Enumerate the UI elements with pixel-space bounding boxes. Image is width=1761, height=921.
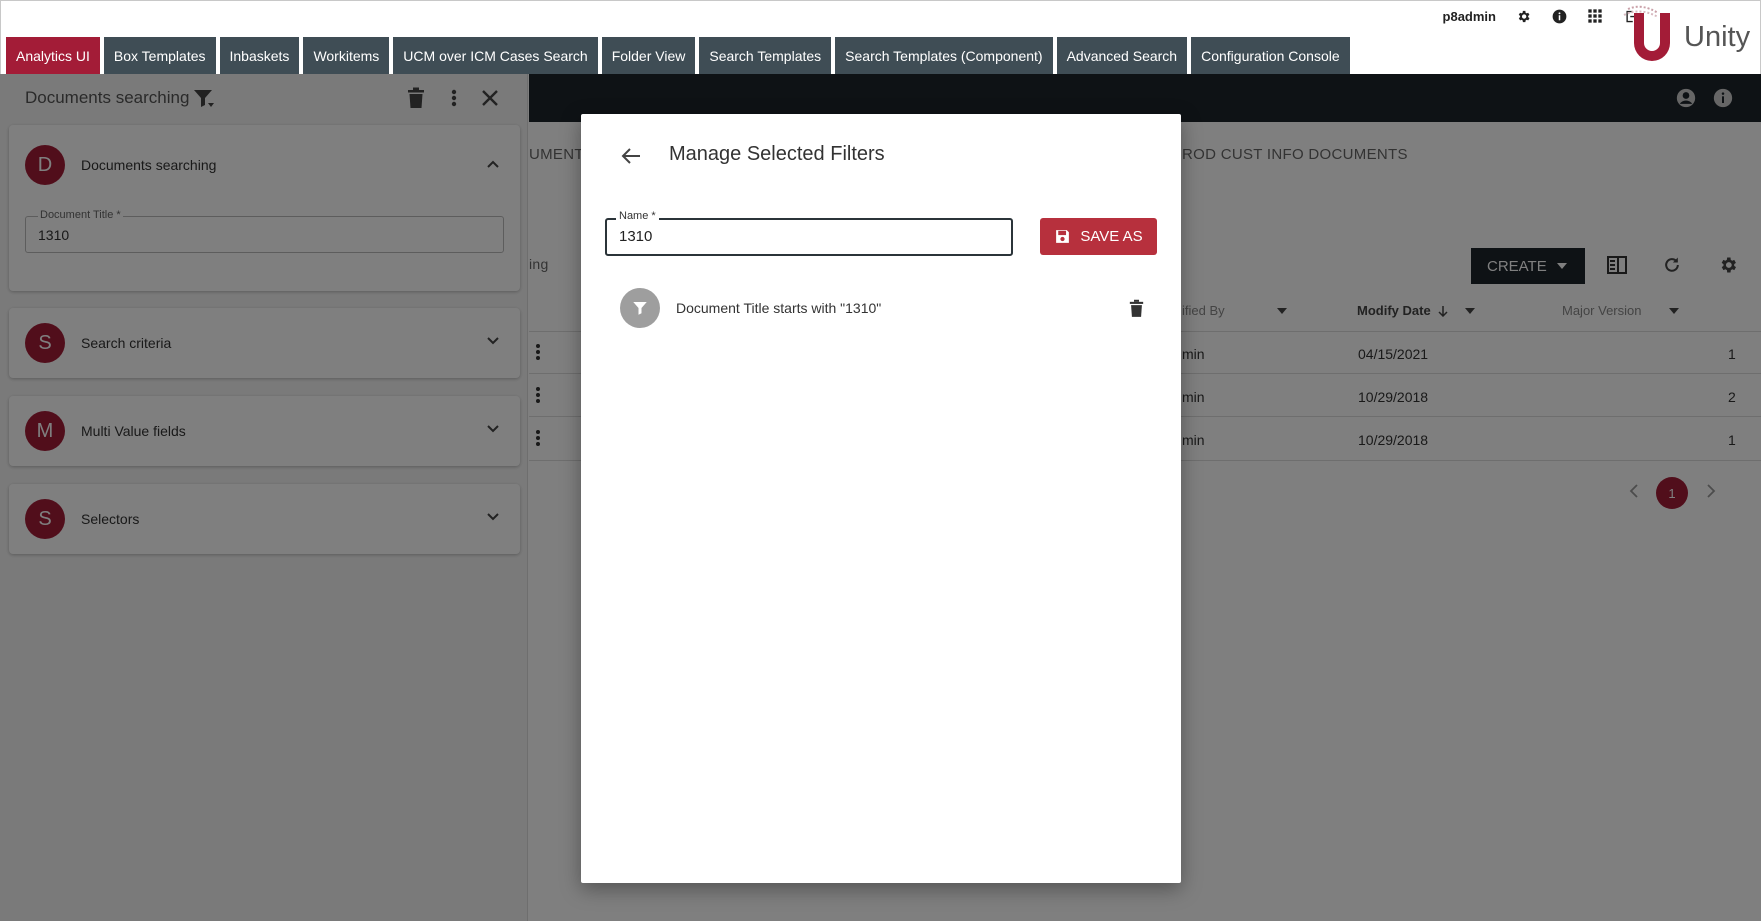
filter-description: Document Title starts with "1310": [676, 300, 882, 316]
arrow-back-icon: [621, 148, 640, 164]
logo-text: Unity: [1684, 21, 1751, 53]
unity-logo-mark: [1623, 5, 1670, 61]
user-area: p8admin: [1443, 7, 1640, 25]
main-nav-tabs: Analytics UI Box Templates Inbaskets Wor…: [6, 37, 1350, 75]
filter-name-input[interactable]: [619, 228, 999, 245]
delete-icon[interactable]: [1126, 298, 1146, 318]
tab-ucm-over-icm-cases-search[interactable]: UCM over ICM Cases Search: [393, 37, 598, 75]
save-icon: [1056, 230, 1070, 243]
tab-box-templates[interactable]: Box Templates: [103, 37, 216, 75]
tab-search-templates-component[interactable]: Search Templates (Component): [835, 37, 1053, 75]
tab-search-templates[interactable]: Search Templates: [699, 37, 832, 75]
back-button[interactable]: [617, 142, 645, 170]
tab-inbaskets[interactable]: Inbaskets: [219, 37, 300, 75]
apps-grid-icon[interactable]: [1586, 7, 1604, 25]
tab-advanced-search[interactable]: Advanced Search: [1056, 37, 1188, 75]
save-as-button[interactable]: SAVE AS: [1040, 218, 1157, 255]
top-bar: Analytics UI Box Templates Inbaskets Wor…: [0, 0, 1761, 75]
manage-filters-dialog: Manage Selected Filters Name * SAVE AS D…: [581, 114, 1181, 883]
filter-name-field[interactable]: Name *: [605, 210, 1013, 256]
dialog-title: Manage Selected Filters: [669, 143, 885, 165]
save-as-label: SAVE AS: [1080, 228, 1143, 245]
unity-logo: Unity: [1620, 3, 1756, 73]
tab-analytics-ui[interactable]: Analytics UI: [6, 37, 100, 75]
tab-folder-view[interactable]: Folder View: [601, 37, 696, 75]
info-icon[interactable]: [1550, 7, 1568, 25]
username[interactable]: p8admin: [1443, 9, 1496, 24]
filter-icon: [620, 288, 660, 328]
gear-icon[interactable]: [1514, 7, 1532, 25]
tab-configuration-console[interactable]: Configuration Console: [1191, 37, 1350, 75]
selected-filter-item[interactable]: Document Title starts with "1310": [620, 288, 1146, 328]
tab-workitems[interactable]: Workitems: [303, 37, 390, 75]
filter-name-label: Name *: [616, 210, 659, 222]
